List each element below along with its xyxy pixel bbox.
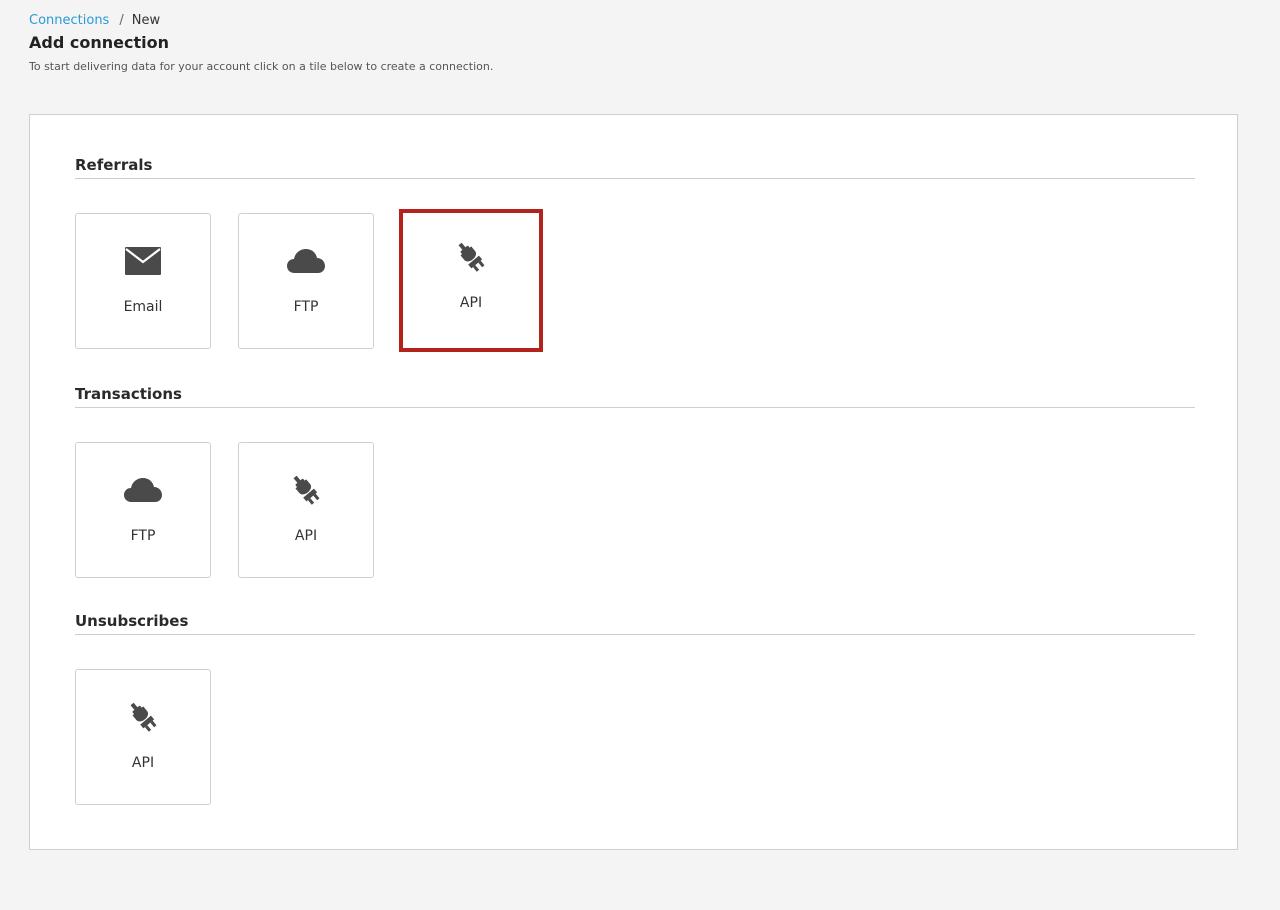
tile-referrals-ftp[interactable]: FTP — [238, 213, 374, 349]
cloud-icon — [123, 473, 163, 507]
section-unsubscribes: Unsubscribes API — [75, 611, 1195, 809]
tile-referrals-api[interactable]: API — [399, 209, 543, 352]
tile-label: API — [131, 755, 155, 771]
tile-group: API — [75, 669, 1195, 809]
breadcrumb-separator: / — [119, 13, 124, 28]
page-subtitle: To start delivering data for your accoun… — [29, 60, 494, 73]
cloud-icon — [286, 244, 326, 278]
tile-label: FTP — [293, 299, 319, 315]
tile-group: Email FTP API — [75, 209, 1195, 353]
tile-referrals-email[interactable]: Email — [75, 213, 211, 349]
page-title: Add connection — [29, 33, 169, 52]
tile-transactions-api[interactable]: API — [238, 442, 374, 578]
tile-label: API — [294, 528, 318, 544]
breadcrumb: Connections / New — [29, 12, 493, 30]
tile-transactions-ftp[interactable]: FTP — [75, 442, 211, 578]
envelope-icon — [123, 244, 163, 278]
section-title: Transactions — [75, 384, 1195, 408]
tile-label: Email — [123, 299, 163, 315]
section-title: Referrals — [75, 155, 1195, 179]
section-transactions: Transactions FTP API — [75, 384, 1195, 582]
plug-icon — [123, 700, 163, 734]
section-title: Unsubscribes — [75, 611, 1195, 635]
connections-card: Referrals Email FTP API Transactions FTP… — [29, 114, 1238, 850]
breadcrumb-current: New — [131, 13, 161, 28]
tile-unsubscribes-api[interactable]: API — [75, 669, 211, 805]
tile-label: FTP — [130, 528, 156, 544]
section-referrals: Referrals Email FTP API — [75, 155, 1195, 353]
plug-icon — [286, 473, 326, 507]
page-header: Connections / New Add connection To start … — [29, 12, 493, 74]
tile-group: FTP API — [75, 442, 1195, 582]
tile-label: API — [459, 295, 483, 311]
breadcrumb-connections-link[interactable]: Connections — [29, 13, 109, 28]
plug-icon — [451, 240, 491, 274]
